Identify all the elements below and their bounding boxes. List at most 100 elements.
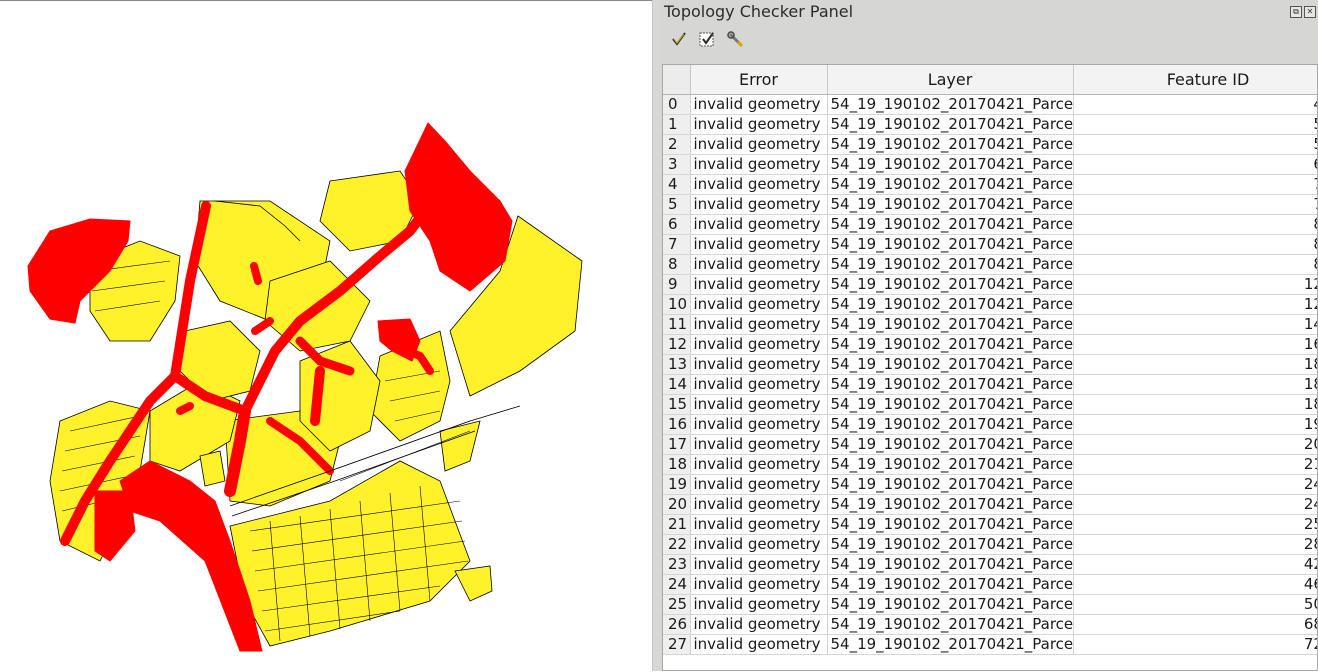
row-number[interactable]: 13 xyxy=(663,354,691,375)
layer-cell[interactable]: 54_19_190102_20170421_Parcel xyxy=(827,494,1074,515)
layer-cell[interactable]: 54_19_190102_20170421_Parcel xyxy=(827,374,1074,395)
map-canvas[interactable] xyxy=(0,0,652,671)
row-number[interactable]: 22 xyxy=(663,534,691,555)
feature-id-cell[interactable]: 127 xyxy=(1073,294,1317,315)
table-row[interactable]: 7 invalid geometry 54_19_190102_20170421_P… xyxy=(663,234,1317,255)
row-number[interactable]: 9 xyxy=(663,274,691,295)
table-row[interactable]: 18 invalid geometry 54_19_190102_20170421_… xyxy=(663,454,1317,475)
column-header-layer[interactable]: Layer xyxy=(827,65,1074,95)
dock-splitter[interactable] xyxy=(652,0,660,671)
error-cell[interactable]: invalid geometry xyxy=(690,574,828,595)
feature-id-cell[interactable]: 254 xyxy=(1073,514,1317,535)
row-number[interactable]: 11 xyxy=(663,314,691,335)
validate-all-button[interactable] xyxy=(668,28,690,50)
table-row[interactable]: 24 invalid geometry 54_19_190102_20170421_… xyxy=(663,574,1317,595)
feature-id-cell[interactable]: 723 xyxy=(1073,634,1317,655)
row-number[interactable]: 20 xyxy=(663,494,691,515)
row-number[interactable]: 26 xyxy=(663,614,691,635)
row-number[interactable]: 1 xyxy=(663,114,691,135)
feature-id-cell[interactable]: 56 xyxy=(1073,134,1317,155)
error-cell[interactable]: invalid geometry xyxy=(690,514,828,535)
table-row[interactable]: 17 invalid geometry 54_19_190102_20170421_… xyxy=(663,434,1317,455)
table-row[interactable]: 19 invalid geometry 54_19_190102_20170421_… xyxy=(663,474,1317,495)
error-cell[interactable]: invalid geometry xyxy=(690,634,828,655)
column-header-feature-id[interactable]: Feature ID xyxy=(1073,65,1317,95)
row-number[interactable]: 8 xyxy=(663,254,691,275)
layer-cell[interactable]: 54_19_190102_20170421_Parcel xyxy=(827,454,1074,475)
table-row[interactable]: 16 invalid geometry 54_19_190102_20170421_… xyxy=(663,414,1317,435)
layer-cell[interactable]: 54_19_190102_20170421_Parcel xyxy=(827,314,1074,335)
layer-cell[interactable]: 54_19_190102_20170421_Parcel xyxy=(827,474,1074,495)
feature-id-cell[interactable]: 89 xyxy=(1073,254,1317,275)
row-number[interactable]: 17 xyxy=(663,434,691,455)
error-cell[interactable]: invalid geometry xyxy=(690,194,828,215)
table-row[interactable]: 21 invalid geometry 54_19_190102_20170421_… xyxy=(663,514,1317,535)
layer-cell[interactable]: 54_19_190102_20170421_Parcel xyxy=(827,154,1074,175)
layer-cell[interactable]: 54_19_190102_20170421_Parcel xyxy=(827,574,1074,595)
feature-id-cell[interactable]: 73 xyxy=(1073,194,1317,215)
layer-cell[interactable]: 54_19_190102_20170421_Parcel xyxy=(827,434,1074,455)
feature-id-cell[interactable]: 249 xyxy=(1073,494,1317,515)
errors-table[interactable]: Error Layer Feature ID 0 invalid geometry… xyxy=(662,64,1318,671)
table-row[interactable]: 20 invalid geometry 54_19_190102_20170421_… xyxy=(663,494,1317,515)
row-number[interactable]: 10 xyxy=(663,294,691,315)
feature-id-cell[interactable]: 84 xyxy=(1073,234,1317,255)
feature-id-cell[interactable]: 245 xyxy=(1073,474,1317,495)
layer-cell[interactable]: 54_19_190102_20170421_Parcel xyxy=(827,254,1074,275)
feature-id-cell[interactable]: 50 xyxy=(1073,114,1317,135)
row-number[interactable]: 7 xyxy=(663,234,691,255)
layer-cell[interactable]: 54_19_190102_20170421_Parcel xyxy=(827,174,1074,195)
feature-id-cell[interactable]: 216 xyxy=(1073,454,1317,475)
parcel-map[interactable] xyxy=(0,1,652,672)
error-cell[interactable]: invalid geometry xyxy=(690,354,828,375)
table-row[interactable]: 5 invalid geometry 54_19_190102_20170421_P… xyxy=(663,194,1317,215)
row-number[interactable]: 19 xyxy=(663,474,691,495)
error-cell[interactable]: invalid geometry xyxy=(690,174,828,195)
row-number[interactable]: 6 xyxy=(663,214,691,235)
feature-id-cell[interactable]: 184 xyxy=(1073,374,1317,395)
error-cell[interactable]: invalid geometry xyxy=(690,614,828,635)
error-cell[interactable]: invalid geometry xyxy=(690,94,828,115)
layer-cell[interactable]: 54_19_190102_20170421_Parcel xyxy=(827,334,1074,355)
float-panel-button[interactable]: ⧉ xyxy=(1290,6,1302,18)
row-number[interactable]: 16 xyxy=(663,414,691,435)
layer-cell[interactable]: 54_19_190102_20170421_Parcel xyxy=(827,114,1074,135)
row-number[interactable]: 14 xyxy=(663,374,691,395)
table-row[interactable]: 4 invalid geometry 54_19_190102_20170421_P… xyxy=(663,174,1317,195)
validate-extent-button[interactable] xyxy=(696,28,718,50)
row-number[interactable]: 23 xyxy=(663,554,691,575)
layer-cell[interactable]: 54_19_190102_20170421_Parcel xyxy=(827,534,1074,555)
row-number[interactable]: 21 xyxy=(663,514,691,535)
feature-id-cell[interactable]: 191 xyxy=(1073,414,1317,435)
row-number[interactable]: 2 xyxy=(663,134,691,155)
feature-id-cell[interactable]: 44 xyxy=(1073,94,1317,115)
row-number[interactable]: 3 xyxy=(663,154,691,175)
table-row[interactable]: 6 invalid geometry 54_19_190102_20170421_P… xyxy=(663,214,1317,235)
row-number[interactable]: 25 xyxy=(663,594,691,615)
table-row[interactable]: 13 invalid geometry 54_19_190102_20170421_… xyxy=(663,354,1317,375)
error-cell[interactable]: invalid geometry xyxy=(690,494,828,515)
feature-id-cell[interactable]: 72 xyxy=(1073,174,1317,195)
error-cell[interactable]: invalid geometry xyxy=(690,594,828,615)
layer-cell[interactable]: 54_19_190102_20170421_Parcel xyxy=(827,614,1074,635)
table-row[interactable]: 9 invalid geometry 54_19_190102_20170421_P… xyxy=(663,274,1317,295)
feature-id-cell[interactable]: 141 xyxy=(1073,314,1317,335)
error-cell[interactable]: invalid geometry xyxy=(690,414,828,435)
table-row[interactable]: 26 invalid geometry 54_19_190102_20170421_… xyxy=(663,614,1317,635)
table-row[interactable]: 27 invalid geometry 54_19_190102_20170421_… xyxy=(663,634,1317,655)
row-number[interactable]: 24 xyxy=(663,574,691,595)
error-cell[interactable]: invalid geometry xyxy=(690,254,828,275)
table-row[interactable]: 15 invalid geometry 54_19_190102_20170421_… xyxy=(663,394,1317,415)
row-number[interactable]: 27 xyxy=(663,634,691,655)
feature-id-cell[interactable]: 60 xyxy=(1073,154,1317,175)
error-cell[interactable]: invalid geometry xyxy=(690,154,828,175)
error-cell[interactable]: invalid geometry xyxy=(690,314,828,335)
layer-cell[interactable]: 54_19_190102_20170421_Parcel xyxy=(827,94,1074,115)
layer-cell[interactable]: 54_19_190102_20170421_Parcel xyxy=(827,394,1074,415)
table-row[interactable]: 1 invalid geometry 54_19_190102_20170421_P… xyxy=(663,114,1317,135)
layer-cell[interactable]: 54_19_190102_20170421_Parcel xyxy=(827,414,1074,435)
feature-id-cell[interactable]: 187 xyxy=(1073,394,1317,415)
feature-id-cell[interactable]: 80 xyxy=(1073,214,1317,235)
layer-cell[interactable]: 54_19_190102_20170421_Parcel xyxy=(827,634,1074,655)
table-row[interactable]: 0 invalid geometry 54_19_190102_20170421_P… xyxy=(663,94,1317,115)
